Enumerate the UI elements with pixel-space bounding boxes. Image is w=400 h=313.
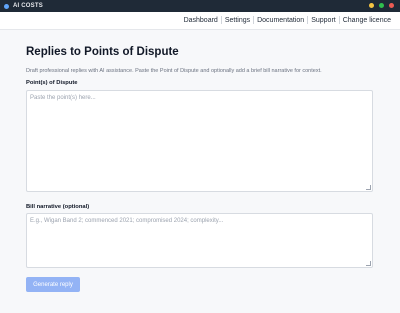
dispute-textarea[interactable]: Paste the point(s) here...	[26, 90, 373, 192]
nav-support[interactable]: Support	[311, 17, 336, 24]
minimize-icon[interactable]	[369, 3, 374, 8]
nav-divider	[220, 16, 222, 24]
window-controls	[369, 3, 394, 8]
nav-dashboard[interactable]: Dashboard	[184, 17, 218, 24]
nav-divider	[307, 16, 309, 24]
page-subtitle: Draft professional replies with AI assis…	[26, 68, 322, 74]
dispute-placeholder: Paste the point(s) here...	[30, 95, 96, 101]
narrative-placeholder: E.g., Wigan Band 2; commenced 2021; comp…	[30, 218, 224, 224]
generate-reply-button[interactable]: Generate reply	[26, 277, 80, 292]
nav-settings[interactable]: Settings	[225, 17, 250, 24]
nav-documentation[interactable]: Documentation	[257, 17, 304, 24]
maximize-icon[interactable]	[379, 3, 384, 8]
top-navigation: Dashboard Settings Documentation Support…	[0, 12, 400, 30]
narrative-label: Bill narrative (optional)	[26, 204, 90, 210]
nav-divider	[338, 16, 340, 24]
dispute-label: Point(s) of Dispute	[26, 80, 78, 86]
app-title: AI COSTS	[13, 3, 43, 9]
nav-divider	[253, 16, 255, 24]
title-bar: AI COSTS	[0, 0, 400, 12]
close-icon[interactable]	[389, 3, 394, 8]
nav-links: Dashboard Settings Documentation Support…	[184, 16, 391, 24]
resize-handle-icon[interactable]	[366, 185, 371, 190]
nav-change-licence[interactable]: Change licence	[343, 17, 391, 24]
narrative-textarea[interactable]: E.g., Wigan Band 2; commenced 2021; comp…	[26, 213, 373, 268]
main-content: Replies to Points of Dispute Draft profe…	[26, 46, 374, 292]
resize-handle-icon[interactable]	[366, 261, 371, 266]
page-title: Replies to Points of Dispute	[26, 46, 179, 58]
app-logo-icon	[4, 3, 9, 9]
